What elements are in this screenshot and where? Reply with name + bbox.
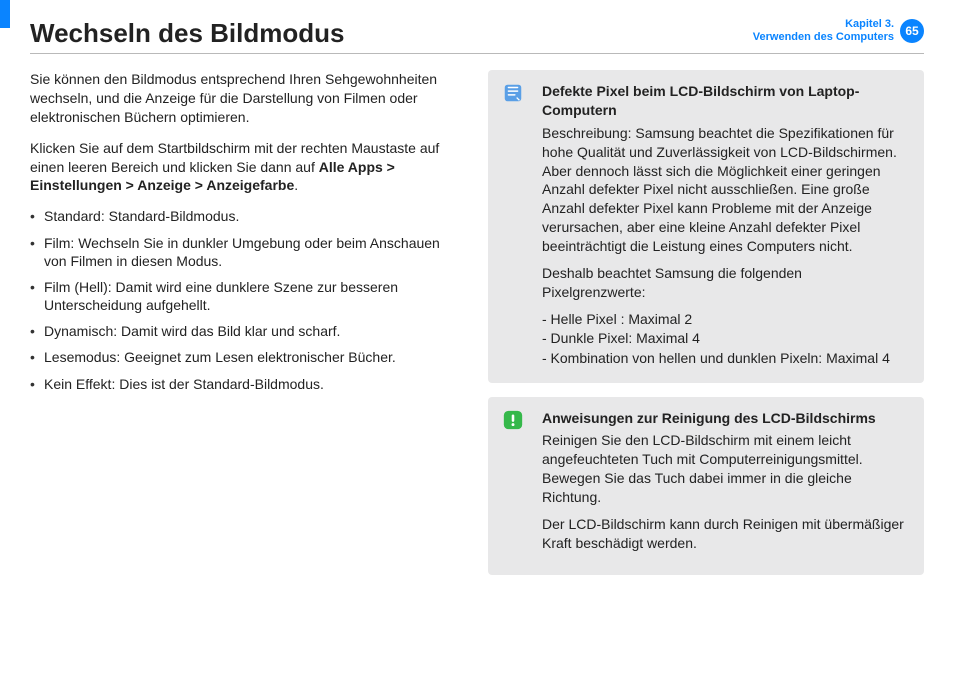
- content-right-column: Defekte Pixel beim LCD-Bildschirm von La…: [488, 70, 924, 589]
- left-accent-bar: [0, 0, 10, 28]
- title-underline: [30, 53, 924, 54]
- content-left-column: Sie können den Bildmodus entsprechend Ih…: [30, 70, 460, 589]
- mode-item: Lesemodus: Geeignet zum Lesen elektronis…: [30, 348, 460, 366]
- chapter-number: Kapitel 3.: [753, 18, 894, 31]
- pixel-limit: - Kombination von hellen und dunklen Pix…: [542, 349, 908, 369]
- info-box-paragraph: Deshalb beachtet Samsung die folgenden P…: [542, 264, 908, 302]
- caution-icon: [502, 409, 524, 431]
- info-box-paragraph: Reinigen Sie den LCD-Bildschirm mit eine…: [542, 431, 908, 507]
- mode-item: Film: Wechseln Sie in dunkler Umgebung o…: [30, 234, 460, 270]
- info-box-title: Anweisungen zur Reinigung des LCD-Bildsc…: [542, 409, 908, 428]
- pixel-limit: - Dunkle Pixel: Maximal 4: [542, 329, 908, 349]
- mode-item: Standard: Standard-Bildmodus.: [30, 207, 460, 225]
- mode-item: Film (Hell): Damit wird eine dunklere Sz…: [30, 278, 460, 314]
- page-title: Wechseln des Bildmodus: [30, 18, 344, 49]
- intro-paragraph-2: Klicken Sie auf dem Startbildschirm mit …: [30, 139, 460, 196]
- info-box-pixels: Defekte Pixel beim LCD-Bildschirm von La…: [488, 70, 924, 383]
- info-box-title: Defekte Pixel beim LCD-Bildschirm von La…: [542, 82, 908, 120]
- pixel-limit: - Helle Pixel : Maximal 2: [542, 310, 908, 330]
- info-box-paragraph: Der LCD-Bildschirm kann durch Reinigen m…: [542, 515, 908, 553]
- mode-list: Standard: Standard-Bildmodus. Film: Wech…: [30, 207, 460, 393]
- intro2-post: .: [294, 177, 298, 193]
- info-box-cleaning: Anweisungen zur Reinigung des LCD-Bildsc…: [488, 397, 924, 575]
- mode-item: Kein Effekt: Dies ist der Standard-Bildm…: [30, 375, 460, 393]
- note-icon: [502, 82, 524, 104]
- mode-item: Dynamisch: Damit wird das Bild klar und …: [30, 322, 460, 340]
- info-box-paragraph: Beschreibung: Samsung beachtet die Spezi…: [542, 124, 908, 256]
- header-right: Kapitel 3. Verwenden des Computers 65: [753, 18, 924, 44]
- page-number-badge: 65: [900, 19, 924, 43]
- chapter-name: Verwenden des Computers: [753, 31, 894, 44]
- intro-paragraph-1: Sie können den Bildmodus entsprechend Ih…: [30, 70, 460, 127]
